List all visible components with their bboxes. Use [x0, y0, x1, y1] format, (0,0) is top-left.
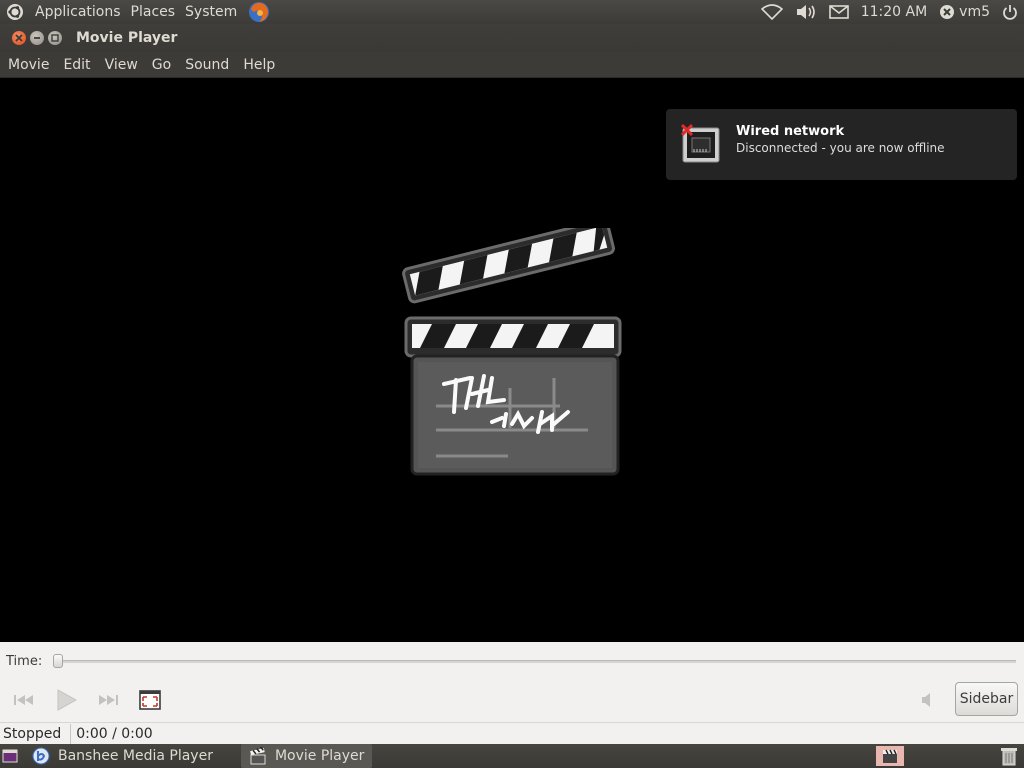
show-desktop-icon[interactable] — [0, 744, 24, 768]
previous-button[interactable] — [10, 686, 38, 714]
menu-help[interactable]: Help — [236, 52, 282, 78]
maximize-icon — [51, 34, 59, 42]
top-panel: Applications Places System 11:20 AM vm5 — [0, 0, 1024, 24]
menu-movie[interactable]: Movie — [0, 52, 56, 78]
workspace-switcher[interactable] — [876, 746, 904, 766]
playback-controls: Time: Sidebar Stopped 0:00 / 0:00 — [0, 642, 1024, 744]
fullscreen-icon — [139, 690, 161, 710]
play-button[interactable] — [52, 686, 80, 714]
applications-menu[interactable]: Applications — [30, 0, 126, 24]
menu-go[interactable]: Go — [145, 52, 178, 78]
fullscreen-button[interactable] — [136, 686, 164, 714]
playback-state: Stopped — [0, 723, 72, 744]
task-movie-player[interactable]: Movie Player — [240, 744, 373, 768]
firefox-icon[interactable] — [242, 0, 276, 24]
movie-player-icon — [250, 747, 266, 765]
time-label: Time: — [6, 653, 43, 669]
volume-icon[interactable] — [789, 0, 823, 24]
window-title: Movie Player — [76, 30, 178, 46]
seek-bar[interactable] — [58, 660, 1016, 663]
window-titlebar[interactable]: Movie Player — [0, 24, 1024, 52]
trash-icon[interactable] — [994, 744, 1024, 768]
menubar: Movie Edit View Go Sound Help — [0, 52, 1024, 78]
menu-view[interactable]: View — [98, 52, 145, 78]
next-button[interactable] — [94, 686, 122, 714]
wired-network-disconnected-icon — [680, 123, 721, 164]
mail-icon[interactable] — [823, 0, 855, 24]
bottom-panel: Banshee Media Player Movie Player — [0, 744, 1024, 768]
power-icon[interactable] — [996, 0, 1024, 24]
task-label: Banshee Media Player — [58, 748, 213, 764]
button-row — [0, 682, 1024, 722]
play-icon — [57, 689, 77, 711]
sidebar-button[interactable]: Sidebar — [955, 682, 1018, 716]
notification-body: Disconnected - you are now offline — [736, 141, 945, 155]
wifi-icon[interactable] — [755, 0, 789, 24]
seek-handle[interactable] — [53, 654, 63, 668]
speaker-icon — [922, 693, 930, 707]
task-label: Movie Player — [274, 748, 365, 764]
places-menu[interactable]: Places — [126, 0, 181, 24]
volume-button[interactable] — [914, 686, 942, 714]
maximize-button[interactable] — [48, 31, 62, 45]
workspace-clapper-icon — [883, 749, 897, 763]
banshee-icon — [32, 747, 50, 765]
clock[interactable]: 11:20 AM — [855, 0, 933, 24]
ubuntu-logo-icon[interactable] — [0, 0, 30, 24]
minimize-icon — [34, 37, 40, 39]
network-notification[interactable]: Wired network Disconnected - you are now… — [666, 109, 1017, 180]
user-name[interactable]: vm5 — [957, 0, 996, 24]
user-status-icon[interactable] — [933, 0, 957, 24]
menu-edit[interactable]: Edit — [56, 52, 97, 78]
task-banshee[interactable]: Banshee Media Player — [24, 744, 221, 768]
clapperboard-icon — [402, 228, 622, 476]
minimize-button[interactable] — [30, 31, 44, 45]
close-icon — [15, 34, 23, 42]
previous-icon — [14, 695, 33, 705]
system-menu[interactable]: System — [180, 0, 242, 24]
notification-title: Wired network — [736, 124, 845, 139]
status-bar: Stopped 0:00 / 0:00 — [0, 722, 1024, 744]
menu-sound[interactable]: Sound — [178, 52, 236, 78]
close-button[interactable] — [12, 31, 26, 45]
next-icon — [99, 695, 118, 705]
playback-time: 0:00 / 0:00 — [76, 725, 153, 742]
